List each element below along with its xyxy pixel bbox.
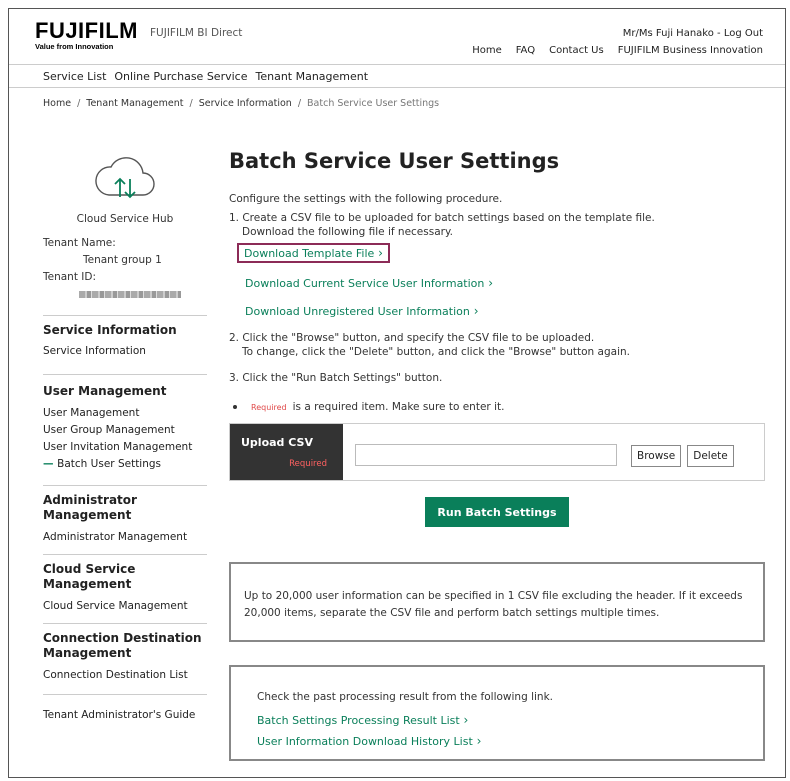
intro-text: Configure the settings with the followin… — [229, 193, 503, 205]
browser-frame: FUJIFILM Value from Innovation FUJIFILM … — [8, 8, 786, 778]
sidebar-heading: Administrator Management — [43, 493, 137, 522]
download-history-list-link[interactable]: User Information Download History List — [257, 734, 763, 748]
download-unregistered-users-link[interactable]: Download Unregistered User Information — [245, 304, 479, 318]
upload-csv-label: Upload CSV Required — [230, 424, 343, 480]
step-1-text: 1. Create a CSV file to be uploaded for … — [229, 212, 655, 224]
main-content: Batch Service User Settings Configure th… — [229, 149, 769, 761]
batch-result-list-link[interactable]: Batch Settings Processing Result List — [257, 713, 763, 727]
cloud-sync-icon — [95, 157, 155, 199]
required-note: Required is a required item. Make sure t… — [229, 401, 769, 413]
sidebar-item-user-invitation-management[interactable]: User Invitation Management — [43, 439, 207, 456]
upload-csv-title: Upload CSV — [241, 436, 313, 449]
required-note-text: is a required item. Make sure to enter i… — [292, 401, 505, 413]
sidebar-heading: User Management — [43, 384, 167, 398]
sidebar-item-cloud-service-management[interactable]: Cloud Service Management — [43, 598, 207, 615]
upload-required-tag: Required — [289, 459, 327, 469]
logo-tagline: Value from Innovation — [35, 42, 114, 51]
limit-info-box: Up to 20,000 user information can be spe… — [229, 562, 765, 642]
menu-online-purchase[interactable]: Online Purchase Service — [114, 70, 247, 83]
required-tag: Required — [251, 402, 287, 412]
user-logout[interactable]: Mr/Ms Fuji Hanako - Log Out — [623, 28, 763, 39]
bullet — [233, 405, 237, 409]
top-nav: Home FAQ Contact Us FUJIFILM Business In… — [472, 45, 763, 56]
cloud-hub-logo: Cloud Service Hub — [43, 145, 207, 225]
browse-button[interactable]: Browse — [631, 445, 682, 467]
sidebar-section-administrator-management: Administrator Management Administrator M… — [43, 485, 207, 546]
history-info-text: Check the past processing result from th… — [257, 691, 553, 703]
run-batch-settings-button[interactable]: Run Batch Settings — [425, 497, 569, 527]
breadcrumb-service-information[interactable]: Service Information — [199, 98, 292, 109]
nav-home[interactable]: Home — [472, 45, 502, 56]
nav-fujifilm-bi[interactable]: FUJIFILM Business Innovation — [618, 45, 763, 56]
step-2-text: 2. Click the "Browse" button, and specif… — [229, 332, 595, 344]
sidebar-item-administrator-management[interactable]: Administrator Management — [43, 529, 207, 546]
fujifilm-logo[interactable]: FUJIFILM Value from Innovation — [35, 18, 138, 52]
breadcrumb: Home / Tenant Management / Service Infor… — [43, 98, 439, 109]
sidebar-section-service-information: Service Information Service Information — [43, 315, 207, 360]
tenant-name-label: Tenant Name: — [43, 237, 116, 249]
breadcrumb-home[interactable]: Home — [43, 98, 71, 109]
sidebar-item-admin-guide[interactable]: Tenant Administrator's Guide — [43, 707, 207, 724]
sidebar-heading: Connection Destination Management — [43, 631, 202, 660]
sidebar-heading: Cloud Service Management — [43, 562, 136, 591]
history-info-box: Check the past processing result from th… — [229, 665, 765, 761]
sub-brand: FUJIFILM BI Direct — [150, 27, 243, 39]
breadcrumb-tenant-management[interactable]: Tenant Management — [86, 98, 183, 109]
step-2: 2. Click the "Browse" button, and specif… — [229, 331, 769, 359]
sidebar-section-user-management: User Management User Management User Gro… — [43, 374, 207, 473]
header: FUJIFILM Value from Innovation FUJIFILM … — [9, 9, 785, 65]
tenant-name-value: Tenant group 1 — [83, 254, 162, 266]
sidebar-item-user-group-management[interactable]: User Group Management — [43, 422, 207, 439]
nav-faq[interactable]: FAQ — [516, 45, 535, 56]
sidebar-section-connection-destination: Connection Destination Management Connec… — [43, 623, 207, 684]
nav-contact-us[interactable]: Contact Us — [549, 45, 604, 56]
sidebar-item-batch-user-settings[interactable]: Batch User Settings — [43, 456, 207, 473]
breadcrumb-separator: / — [297, 98, 302, 109]
delete-button[interactable]: Delete — [687, 445, 734, 467]
csv-file-field[interactable] — [355, 444, 617, 466]
tenant-id-label: Tenant ID: — [43, 271, 97, 283]
step-2-subtext: To change, click the "Delete" button, an… — [242, 346, 630, 358]
menu-tenant-management[interactable]: Tenant Management — [255, 70, 368, 83]
step-1: 1. Create a CSV file to be uploaded for … — [229, 211, 769, 239]
upload-csv-row: Upload CSV Required Browse Delete — [229, 423, 765, 481]
download-template-link[interactable]: Download Template File — [237, 243, 390, 263]
menu-bar: Service List Online Purchase Service Ten… — [9, 66, 785, 88]
step-3: 3. Click the "Run Batch Settings" button… — [229, 372, 443, 384]
sidebar: Cloud Service Hub Tenant Name: Tenant gr… — [43, 145, 207, 724]
run-button-wrap: Run Batch Settings — [229, 497, 765, 527]
sidebar-item-service-information[interactable]: Service Information — [43, 343, 207, 360]
tenant-info: Tenant Name: Tenant group 1 Tenant ID: — [43, 235, 207, 303]
cloud-hub-label: Cloud Service Hub — [76, 213, 174, 225]
logo-text: FUJIFILM — [35, 18, 138, 43]
sidebar-section-cloud-service-management: Cloud Service Management Cloud Service M… — [43, 554, 207, 615]
sidebar-section-guide: Tenant Administrator's Guide — [43, 694, 207, 724]
step-1-subtext: Download the following file if necessary… — [242, 226, 454, 238]
sidebar-item-connection-destination-list[interactable]: Connection Destination List — [43, 667, 207, 684]
sidebar-heading: Service Information — [43, 323, 177, 337]
download-current-users-link[interactable]: Download Current Service User Informatio… — [245, 276, 493, 290]
sidebar-item-user-management[interactable]: User Management — [43, 405, 207, 422]
breadcrumb-separator: / — [77, 98, 81, 109]
breadcrumb-current: Batch Service User Settings — [307, 98, 440, 109]
page-title: Batch Service User Settings — [229, 149, 560, 173]
menu-service-list[interactable]: Service List — [43, 70, 106, 83]
breadcrumb-separator: / — [189, 98, 193, 109]
tenant-id-redacted — [79, 290, 181, 298]
